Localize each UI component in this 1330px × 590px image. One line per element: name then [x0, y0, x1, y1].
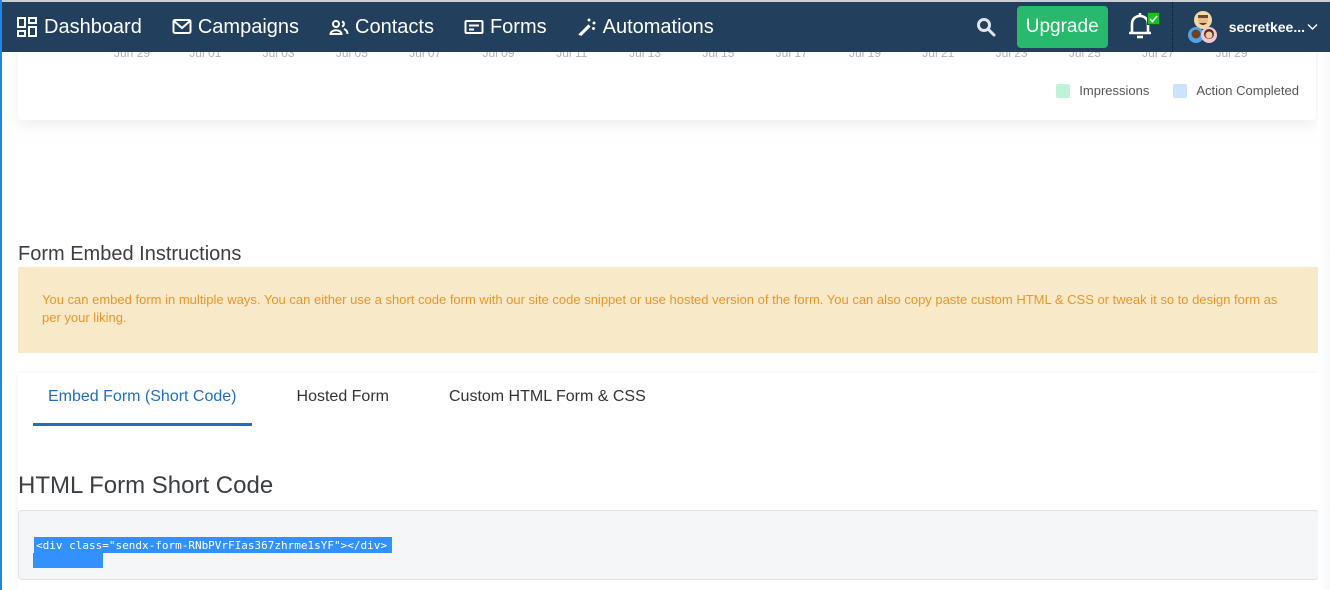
- nav-label: Dashboard: [44, 15, 142, 38]
- nav-right: Upgrade secretkee...: [971, 2, 1330, 52]
- legend-item-impressions[interactable]: Impressions: [1056, 83, 1149, 98]
- chart-legend: Impressions Action Completed: [1056, 83, 1299, 98]
- section-title-embed-instructions: Form Embed Instructions: [18, 243, 242, 265]
- nav-label: Automations: [602, 15, 714, 38]
- page: Jun 29 Jul 01 Jul 03 Jul 05 Jul 07 Jul 09 Jul …: [0, 0, 1330, 590]
- upgrade-button[interactable]: Upgrade: [1016, 6, 1108, 48]
- nav-label: Campaigns: [197, 15, 300, 38]
- legend-label: Impressions: [1079, 83, 1150, 98]
- contacts-icon: [329, 20, 349, 35]
- nav-label: Forms: [489, 15, 547, 38]
- code-section-title: HTML Form Short Code: [18, 472, 274, 499]
- nav-contacts[interactable]: Contacts: [329, 16, 434, 39]
- form-icon: [464, 20, 484, 34]
- nav-campaigns[interactable]: Campaigns: [172, 16, 299, 39]
- nav-label: Contacts: [355, 15, 434, 38]
- notification-badge-check-icon: [1146, 12, 1160, 25]
- user-menu[interactable]: secretkee...: [1173, 2, 1330, 52]
- search-button[interactable]: [971, 12, 1001, 42]
- chevron-down-icon: [1307, 24, 1318, 30]
- nav-forms[interactable]: Forms: [464, 16, 547, 39]
- legend-swatch-action-completed: [1173, 83, 1188, 98]
- tab-custom-html-form-css[interactable]: Custom HTML Form & CSS: [434, 373, 661, 426]
- user-name: secretkee...: [1228, 19, 1305, 35]
- scrollbar-track[interactable]: [1318, 52, 1330, 590]
- info-alert: You can embed form in multiple ways. You…: [18, 267, 1319, 353]
- alert-text: You can embed form in multiple ways. You…: [42, 292, 1278, 325]
- tab-embed-form-short-code[interactable]: Embed Form (Short Code): [33, 373, 252, 426]
- embed-tabs: Embed Form (Short Code) Hosted Form Cust…: [33, 373, 691, 426]
- avatar: [1187, 10, 1219, 44]
- magic-wand-icon: [577, 18, 596, 37]
- legend-item-action-completed[interactable]: Action Completed: [1173, 83, 1299, 98]
- tab-hosted-form[interactable]: Hosted Form: [282, 373, 404, 426]
- short-code-box[interactable]: <div class="sendx-form-RNbPVrFIas367zhrm…: [18, 510, 1319, 580]
- nav-automations[interactable]: Automations: [577, 16, 714, 39]
- search-icon: [976, 18, 996, 37]
- short-code-snippet[interactable]: <div class="sendx-form-RNbPVrFIas367zhrm…: [34, 537, 392, 553]
- nav-dashboard[interactable]: Dashboard: [16, 16, 142, 39]
- notifications-button[interactable]: [1126, 10, 1160, 44]
- legend-label: Action Completed: [1196, 83, 1299, 98]
- legend-swatch-impressions: [1056, 83, 1071, 98]
- envelope-icon: [172, 19, 192, 34]
- dashboard-icon: [17, 17, 37, 37]
- text-selection-highlight: [33, 553, 103, 568]
- top-navbar: Dashboard Campaigns Contacts Forms Autom…: [2, 0, 1330, 52]
